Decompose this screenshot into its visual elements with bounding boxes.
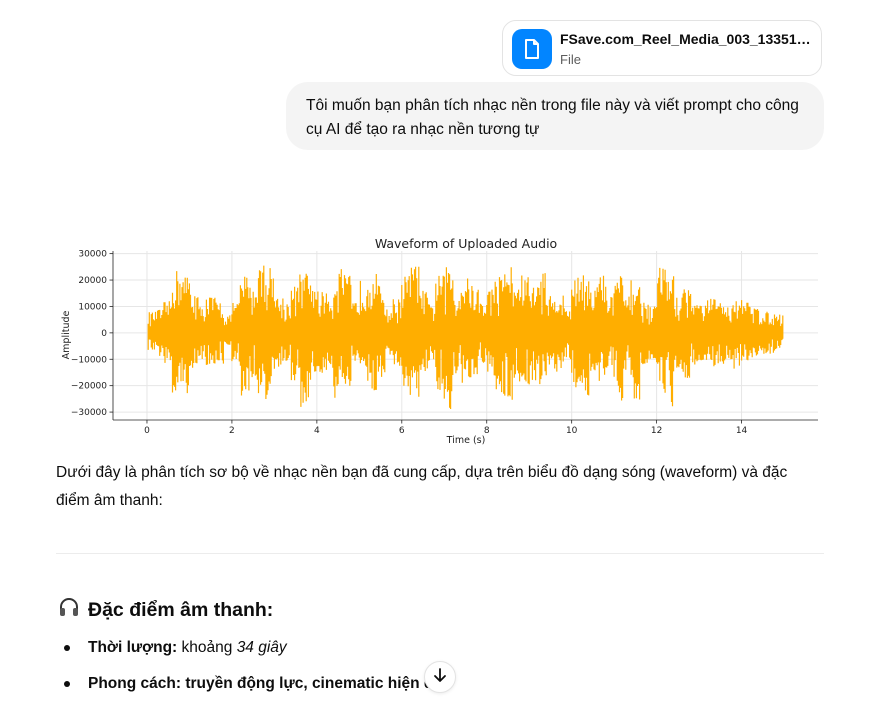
chart-title: Waveform of Uploaded Audio (375, 236, 557, 251)
bullet-text: truyền động lực, cinematic hiện đ (181, 675, 434, 692)
x-tick-label: 14 (736, 426, 748, 436)
y-tick-label: −10000 (71, 355, 107, 365)
user-message-text: Tôi muốn bạn phân tích nhạc nền trong fi… (306, 97, 799, 138)
x-tick-label: 4 (314, 426, 320, 436)
bullet-text: khoảng (177, 639, 237, 656)
section-title: Đặc điểm âm thanh: (88, 598, 274, 621)
bullet-dot (64, 645, 70, 651)
x-tick-label: 6 (399, 426, 405, 436)
file-name: FSave.com_Reel_Media_003_13351359... (560, 31, 815, 47)
file-type: File (560, 52, 581, 67)
section-heading: Đặc điểm âm thanh: (58, 597, 273, 623)
bullet-label: Phong cách: (88, 675, 182, 692)
scroll-to-bottom-button[interactable] (424, 661, 456, 693)
x-tick-label: 10 (566, 426, 578, 436)
waveform-chart: Waveform of Uploaded Audio 0 2 4 6 8 10 12 1430… (61, 236, 818, 446)
y-tick-label: 10000 (78, 302, 107, 312)
bullet-label: Thời lượng: (88, 639, 178, 656)
user-message-bubble: Tôi muốn bạn phân tích nhạc nền trong fi… (286, 82, 824, 150)
y-tick-label: 20000 (78, 276, 107, 286)
y-tick-label: −20000 (71, 382, 107, 392)
y-axis-label: Amplitude (61, 311, 72, 360)
y-tick-label: 0 (101, 329, 107, 339)
document-icon (512, 29, 552, 69)
x-tick-label: 2 (229, 426, 235, 436)
y-tick-label: −30000 (71, 408, 107, 418)
waveform-series (147, 265, 784, 409)
file-attachment-card[interactable]: FSave.com_Reel_Media_003_13351359... Fil… (502, 20, 822, 76)
x-tick-label: 0 (144, 426, 150, 436)
bullet-dot (64, 681, 70, 687)
arrow-down-icon (432, 667, 448, 688)
x-tick-label: 12 (651, 426, 662, 436)
y-tick-label: 30000 (78, 250, 107, 260)
x-axis-label: Time (s) (446, 435, 486, 446)
waveform-core (148, 326, 783, 340)
section-divider (56, 553, 824, 554)
headphones-icon (58, 597, 80, 623)
bullet-emphasis: 34 giây (236, 639, 287, 656)
response-intro: Dưới đây là phân tích sơ bộ về nhạc nền … (56, 464, 788, 509)
